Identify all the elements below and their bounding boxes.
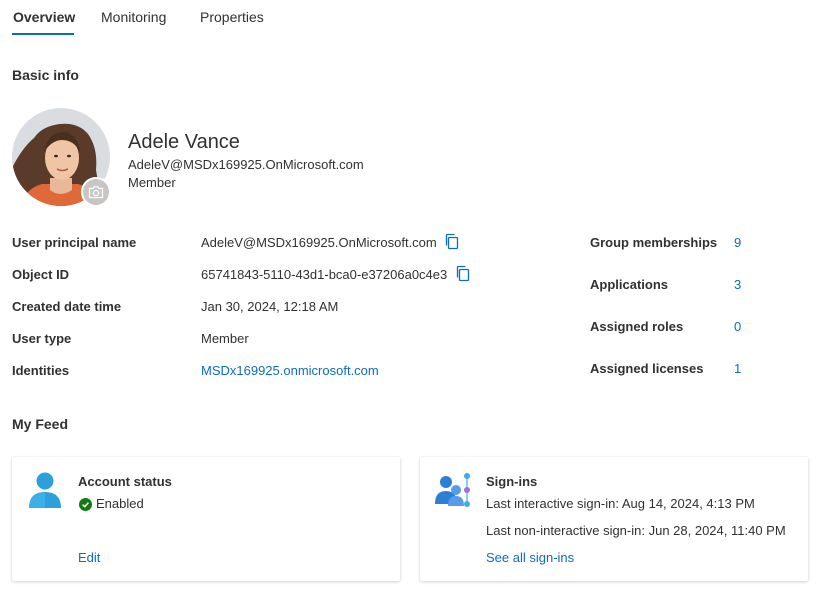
user-type-value: Member: [201, 331, 249, 346]
upn-label: User principal name: [12, 235, 137, 250]
tab-overview[interactable]: Overview: [13, 9, 75, 25]
tab-properties[interactable]: Properties: [200, 9, 264, 25]
upn-value: AdeleV@MSDx169925.OnMicrosoft.com: [201, 235, 437, 250]
sign-in-icon: [435, 473, 470, 507]
tab-bar: Overview Monitoring Properties: [0, 0, 817, 38]
account-status-card: Account status Enabled Edit: [12, 457, 400, 581]
account-status-title: Account status: [78, 474, 172, 489]
assigned-roles-label: Assigned roles: [590, 319, 684, 334]
edit-account-status-link[interactable]: Edit: [78, 550, 100, 565]
copy-object-id-icon[interactable]: [455, 265, 471, 283]
check-circle-icon: [79, 498, 92, 511]
group-memberships-count[interactable]: 9: [734, 235, 741, 250]
created-value: Jan 30, 2024, 12:18 AM: [201, 299, 339, 314]
identities-label: Identities: [12, 363, 70, 378]
change-photo-button[interactable]: [81, 177, 111, 207]
camera-icon: [88, 186, 104, 199]
basic-info-heading: Basic info: [12, 67, 79, 83]
created-label: Created date time: [12, 299, 122, 314]
applications-label: Applications: [590, 277, 669, 292]
sign-ins-title: Sign-ins: [486, 474, 538, 489]
group-memberships-label: Group memberships: [590, 235, 718, 250]
user-type-label: User type: [12, 331, 72, 346]
my-feed-heading: My Feed: [12, 416, 69, 432]
account-status-value: Enabled: [96, 496, 144, 511]
assigned-licenses-count[interactable]: 1: [734, 361, 741, 376]
object-id-value: 65741843-5110-43d1-bca0-e37206a0c4e3: [201, 267, 448, 282]
object-id-label: Object ID: [12, 267, 70, 282]
user-email: AdeleV@MSDx169925.OnMicrosoft.com: [128, 157, 364, 172]
last-interactive-sign-in: Last interactive sign-in: Aug 14, 2024, …: [486, 496, 755, 511]
active-tab-indicator: [12, 33, 74, 35]
identities-link[interactable]: MSDx169925.onmicrosoft.com: [201, 363, 379, 378]
sign-ins-card: Sign-ins Last interactive sign-in: Aug 1…: [420, 457, 808, 581]
tab-monitoring[interactable]: Monitoring: [101, 9, 166, 25]
see-all-sign-ins-link[interactable]: See all sign-ins: [486, 550, 574, 565]
assigned-licenses-label: Assigned licenses: [590, 361, 704, 376]
assigned-roles-count[interactable]: 0: [734, 319, 741, 334]
user-display-name: Adele Vance: [128, 131, 240, 153]
applications-count[interactable]: 3: [734, 277, 741, 292]
copy-upn-icon[interactable]: [444, 233, 460, 251]
user-type-summary: Member: [128, 175, 176, 190]
user-icon: [29, 472, 61, 508]
last-non-interactive-sign-in: Last non-interactive sign-in: Jun 28, 20…: [486, 523, 786, 538]
